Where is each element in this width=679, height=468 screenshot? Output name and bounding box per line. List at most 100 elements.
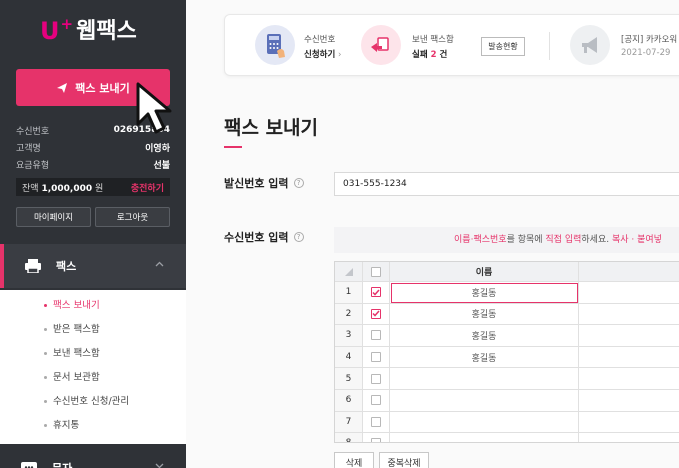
recipient-name-cell[interactable]: [390, 390, 579, 412]
chevron-down-icon: [155, 463, 164, 468]
recipient-fax-cell[interactable]: [579, 390, 679, 412]
row-checkbox-cell: [363, 346, 390, 369]
row-checkbox[interactable]: [371, 395, 381, 406]
submenu-label: 수신번호 신청/관리: [53, 396, 130, 407]
recipient-fax-cell[interactable]: [579, 282, 679, 304]
recipient-name-cell[interactable]: 홍길동: [390, 303, 579, 326]
printer-icon: [25, 259, 41, 273]
column-header-name[interactable]: 이름: [390, 262, 579, 282]
dedupe-button[interactable]: 중복삭제: [379, 452, 429, 468]
submenu-trash[interactable]: 휴지통: [44, 418, 79, 434]
row-number: 3: [335, 325, 363, 347]
row-number: 7: [335, 411, 363, 434]
sent-fax-icon[interactable]: [361, 25, 401, 65]
sender-number-input[interactable]: 031-555-1234: [334, 172, 679, 196]
bullet-icon: [44, 328, 47, 331]
logo-plus: +: [60, 15, 74, 33]
message-icon: [21, 462, 37, 468]
account-buttons: 마이페이지 로그아웃: [16, 207, 170, 227]
check-icon: [372, 310, 380, 317]
recipient-grid: 이름 1 홍길동 2 홍길동 3 홍길동 4 홍길동 5678: [334, 261, 679, 443]
menu-fax-label: 팩스: [56, 260, 77, 273]
sent-arrow-icon: [371, 37, 389, 52]
row-number: 6: [335, 390, 363, 412]
recipient-name-cell[interactable]: 홍길동: [390, 346, 579, 369]
recv-apply-link[interactable]: 신청하기 ›: [304, 48, 341, 60]
recipient-name-cell[interactable]: 홍길동: [390, 282, 579, 304]
submenu-label: 문서 보관함: [53, 372, 100, 383]
recv-apply-label: 신청하기: [304, 50, 336, 60]
recipient-name-cell[interactable]: [390, 411, 579, 434]
row-checkbox-cell: [363, 433, 390, 442]
row-number: 5: [335, 368, 363, 390]
row-checkbox[interactable]: [371, 287, 381, 298]
account-row-name: 고객명 이영하: [16, 139, 170, 155]
submenu-send-fax[interactable]: 팩스 보내기: [44, 298, 100, 314]
recipient-name-cell[interactable]: 홍길동: [390, 325, 579, 347]
submenu-docs[interactable]: 문서 보관함: [44, 370, 100, 386]
bullet-icon: [44, 304, 47, 307]
balance-value: 1,000,000: [41, 183, 93, 194]
divider: [549, 32, 550, 60]
row-checkbox[interactable]: [371, 308, 381, 319]
recipient-fax-cell[interactable]: [579, 347, 679, 369]
submenu-number[interactable]: 수신번호 신청/관리: [44, 394, 129, 410]
menu-fax[interactable]: 팩스: [0, 244, 186, 288]
recipient-fax-cell[interactable]: [579, 412, 679, 434]
row-checkbox[interactable]: [371, 416, 381, 427]
help-icon[interactable]: ?: [293, 232, 304, 242]
recipient-name-cell[interactable]: [390, 368, 579, 390]
submenu-sent[interactable]: 보낸 팩스함: [44, 346, 100, 362]
help-icon[interactable]: ?: [293, 178, 304, 188]
row-checkbox[interactable]: [371, 438, 381, 442]
submenu-received[interactable]: 받은 팩스함: [44, 322, 100, 338]
notice-icon[interactable]: [570, 25, 610, 65]
corner-triangle-icon: [344, 267, 353, 276]
bullet-icon: [44, 424, 47, 427]
mypage-button[interactable]: 마이페이지: [16, 207, 91, 227]
send-fax-label: 팩스 보내기: [75, 81, 130, 95]
recipient-label: 수신번호 입력 ?: [224, 229, 304, 245]
sender-label-text: 발신번호 입력: [224, 177, 289, 190]
row-checkbox[interactable]: [371, 373, 381, 384]
fax-number-icon[interactable]: [255, 25, 295, 65]
logo[interactable]: U + 웹팩스: [40, 16, 137, 46]
notice-title[interactable]: [공지] 카카오워: [621, 33, 677, 45]
row-checkbox-cell: [363, 303, 390, 326]
recv-title: 수신번호: [304, 35, 336, 45]
menu-message[interactable]: 문자: [0, 446, 186, 468]
row-checkbox[interactable]: [371, 330, 381, 341]
account-label: 고객명: [16, 143, 41, 154]
sent-fail-text: 실패 2 건: [412, 48, 447, 60]
select-all-cell: [363, 262, 390, 282]
bullet-icon: [44, 352, 47, 355]
sender-label: 발신번호 입력 ?: [224, 175, 304, 191]
hint-part: 하세요.: [581, 235, 612, 245]
status-button[interactable]: 발송현황: [481, 37, 525, 56]
delete-button[interactable]: 삭제: [334, 452, 374, 468]
row-number: 2: [335, 303, 363, 326]
column-header-fax[interactable]: [579, 262, 679, 282]
recipient-name-cell[interactable]: [390, 433, 579, 442]
logout-button[interactable]: 로그아웃: [95, 207, 170, 227]
account-label: 요금유형: [16, 160, 50, 171]
logo-u: U: [40, 17, 60, 45]
recipient-fax-cell[interactable]: [579, 325, 679, 347]
charge-link[interactable]: 충전하기: [131, 181, 164, 194]
row-checkbox[interactable]: [371, 352, 381, 363]
chevron-up-icon: [155, 261, 164, 267]
recipient-label-text: 수신번호 입력: [224, 231, 289, 244]
recipient-fax-cell[interactable]: [579, 368, 679, 390]
sent-fail-label: 실패: [412, 50, 428, 60]
sent-title: 보낸 팩스함: [412, 35, 454, 45]
select-all-checkbox[interactable]: [371, 266, 381, 277]
balance-box: 잔액 1,000,000 원 충전하기: [16, 178, 170, 196]
recipient-fax-cell[interactable]: [579, 433, 679, 442]
submenu-label: 받은 팩스함: [53, 324, 100, 335]
grid-corner: [335, 262, 363, 282]
row-checkbox-cell: [363, 282, 390, 304]
recipient-fax-cell[interactable]: [579, 304, 679, 326]
bullet-icon: [44, 376, 47, 379]
chevron-right-icon: ›: [335, 50, 342, 60]
sent-fail-unit: 건: [439, 50, 448, 60]
